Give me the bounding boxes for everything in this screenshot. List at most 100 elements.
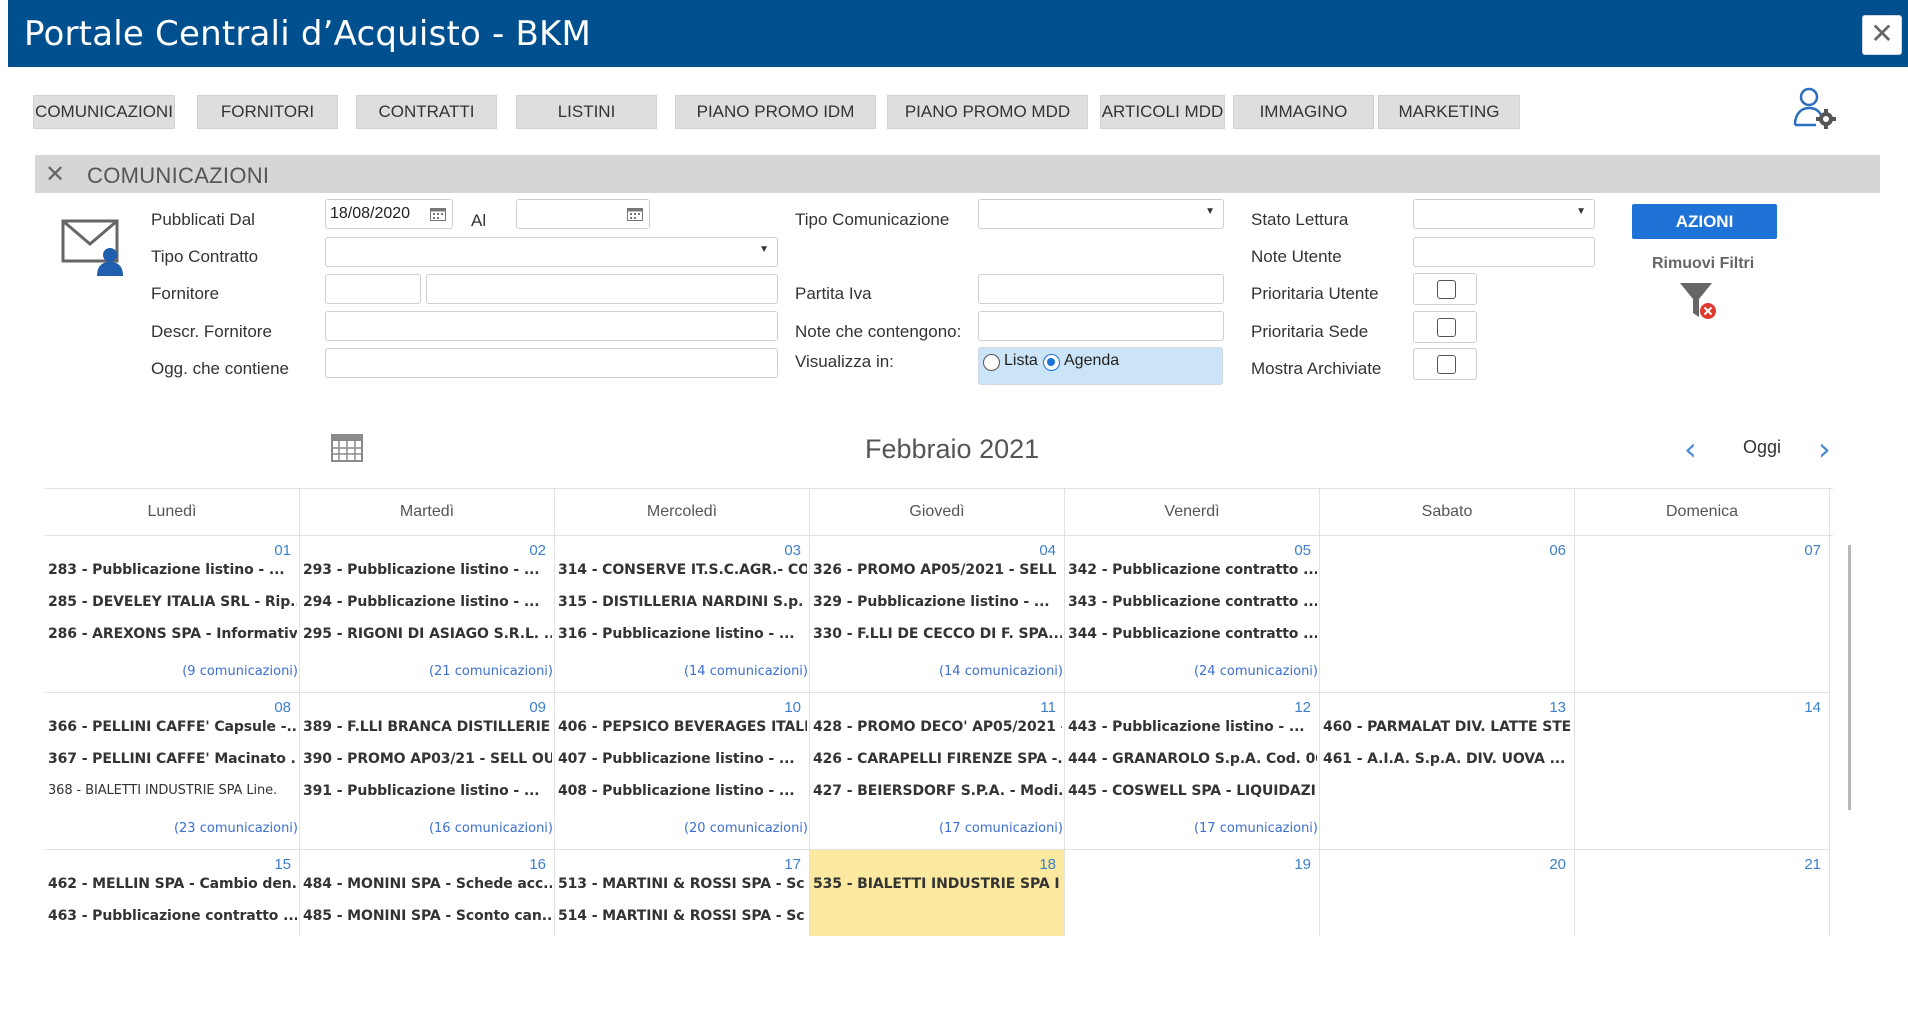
calendar-event[interactable]: 461 - A.I.A. S.p.A. DIV. UOVA ... — [1323, 751, 1572, 767]
nav-comunicazioni[interactable]: COMUNICAZIONI — [33, 95, 175, 129]
tipo-contratto-select[interactable]: ▼ — [325, 237, 778, 267]
calendar-day-cell[interactable]: 08 366 - PELLINI CAFFE' Capsule -... 367 -… — [45, 693, 300, 850]
more-events-link[interactable]: (23 comunicazioni) — [174, 821, 298, 836]
calendar-day-cell[interactable]: 20 — [1320, 850, 1575, 936]
calendar-day-cell[interactable]: 19 — [1065, 850, 1320, 936]
radio-lista[interactable] — [983, 354, 1000, 371]
user-settings-icon[interactable] — [1792, 85, 1838, 131]
day-number[interactable]: 07 — [1804, 542, 1821, 559]
calendar-event[interactable]: 462 - MELLIN SPA - Cambio den... — [48, 876, 297, 892]
calendar-event[interactable]: 368 - BIALETTI INDUSTRIE SPA Line. — [48, 783, 297, 798]
calendar-event[interactable]: 426 - CARAPELLI FIRENZE SPA -. — [813, 751, 1062, 767]
day-number[interactable]: 20 — [1549, 856, 1566, 873]
calendar-day-cell[interactable]: 04 326 - PROMO AP05/2021 - SELL (329 - Pu… — [810, 536, 1065, 693]
day-number[interactable]: 05 — [1294, 542, 1311, 559]
calendar-day-cell[interactable]: 15 462 - MELLIN SPA - Cambio den... 463 - … — [45, 850, 300, 936]
calendar-event[interactable]: 514 - MARTINI & ROSSI SPA - Sc — [558, 908, 807, 924]
nav-articoli-mdd[interactable]: ARTICOLI MDD — [1100, 95, 1225, 129]
day-number[interactable]: 08 — [274, 699, 291, 716]
calendar-day-cell[interactable]: 17 513 - MARTINI & ROSSI SPA - Sc 514 - MA… — [555, 850, 810, 936]
nav-marketing[interactable]: MARKETING — [1378, 95, 1520, 129]
calendar-event[interactable]: 390 - PROMO AP03/21 - SELL OU — [303, 751, 552, 767]
calendar-day-cell[interactable]: 03 314 - CONSERVE IT.S.C.AGR.- CO 315 - DI… — [555, 536, 810, 693]
calendar-day-cell[interactable]: 02 293 - Pubblicazione listino - ... 294 -… — [300, 536, 555, 693]
calendar-event[interactable]: 443 - Pubblicazione listino - ... — [1068, 719, 1317, 735]
next-month-icon[interactable]: › — [1818, 430, 1831, 468]
day-number[interactable]: 10 — [784, 699, 801, 716]
calendar-event[interactable]: 406 - PEPSICO BEVERAGES ITALI — [558, 719, 807, 735]
calendar-event[interactable]: 428 - PROMO DECO' AP05/2021 - — [813, 719, 1062, 735]
day-number[interactable]: 21 — [1804, 856, 1821, 873]
day-number[interactable]: 16 — [529, 856, 546, 873]
day-number[interactable]: 15 — [274, 856, 291, 873]
rimuovi-filtri-label[interactable]: Rimuovi Filtri — [1652, 255, 1754, 273]
day-number[interactable]: 11 — [1040, 699, 1056, 716]
al-field[interactable] — [516, 199, 650, 229]
remove-filter-icon[interactable] — [1678, 281, 1718, 321]
nav-fornitori[interactable]: FORNITORI — [197, 95, 338, 129]
azioni-button[interactable]: AZIONI — [1632, 204, 1777, 239]
calendar-event[interactable]: 294 - Pubblicazione listino - ... — [303, 594, 552, 610]
calendar-event[interactable]: 344 - Pubblicazione contratto ... — [1068, 626, 1317, 642]
day-number[interactable]: 19 — [1294, 856, 1311, 873]
calendar-picker-icon[interactable] — [627, 207, 643, 221]
calendar-event[interactable]: 445 - COSWELL SPA - LIQUIDAZI — [1068, 783, 1317, 799]
close-button[interactable]: ✕ — [1862, 15, 1902, 55]
day-number[interactable]: 14 — [1804, 699, 1821, 716]
calendar-day-cell[interactable]: 10 406 - PEPSICO BEVERAGES ITALI 407 - Pub… — [555, 693, 810, 850]
more-events-link[interactable]: (14 comunicazioni) — [939, 664, 1063, 679]
day-number[interactable]: 18 — [1039, 856, 1056, 873]
calendar-day-cell[interactable]: 07 — [1575, 536, 1830, 693]
calendar-picker-icon[interactable] — [430, 207, 446, 221]
calendar-day-cell[interactable]: 12 443 - Pubblicazione listino - ... 444 -… — [1065, 693, 1320, 850]
day-number[interactable]: 02 — [529, 542, 546, 559]
note-utente-field[interactable] — [1413, 237, 1595, 267]
calendar-event[interactable]: 408 - Pubblicazione listino - ... — [558, 783, 807, 799]
calendar-day-cell[interactable]: 01 283 - Pubblicazione listino - ... 285 -… — [45, 536, 300, 693]
today-button[interactable]: Oggi — [1743, 437, 1781, 458]
calendar-event[interactable]: 444 - GRANAROLO S.p.A. Cod. 00 — [1068, 751, 1317, 767]
calendar-event[interactable]: 367 - PELLINI CAFFE' Macinato .. — [48, 751, 297, 767]
prioritaria-sede-checkbox[interactable] — [1437, 318, 1456, 337]
calendar-event[interactable]: 314 - CONSERVE IT.S.C.AGR.- CO — [558, 562, 807, 578]
day-number[interactable]: 12 — [1294, 699, 1311, 716]
calendar-day-cell[interactable]: 13 460 - PARMALAT DIV. LATTE STE 461 - A.I… — [1320, 693, 1575, 850]
pubblicati-dal-field[interactable]: 18/08/2020 — [325, 199, 453, 229]
prioritaria-utente-checkbox[interactable] — [1437, 280, 1456, 299]
more-events-link[interactable]: (17 comunicazioni) — [1194, 821, 1318, 836]
ogg-contiene-field[interactable] — [325, 348, 778, 378]
prev-month-icon[interactable]: ‹ — [1684, 430, 1697, 468]
calendar-event[interactable]: 283 - Pubblicazione listino - ... — [48, 562, 297, 578]
fornitore-name-field[interactable] — [426, 274, 778, 304]
calendar-event[interactable]: 427 - BEIERSDORF S.P.A. - Modi.. — [813, 783, 1062, 799]
calendar-day-cell[interactable]: 06 — [1320, 536, 1575, 693]
more-events-link[interactable]: (17 comunicazioni) — [939, 821, 1063, 836]
calendar-event[interactable]: 285 - DEVELEY ITALIA SRL - Rip... — [48, 594, 297, 610]
calendar-event[interactable]: 513 - MARTINI & ROSSI SPA - Sc — [558, 876, 807, 892]
nav-listini[interactable]: LISTINI — [516, 95, 657, 129]
nav-contratti[interactable]: CONTRATTI — [356, 95, 497, 129]
more-events-link[interactable]: (9 comunicazioni) — [182, 664, 298, 679]
calendar-icon[interactable] — [331, 432, 363, 462]
calendar-event[interactable]: 391 - Pubblicazione listino - ... — [303, 783, 552, 799]
note-contengono-field[interactable] — [978, 311, 1224, 341]
day-number[interactable]: 04 — [1039, 542, 1056, 559]
day-number[interactable]: 09 — [529, 699, 546, 716]
calendar-event[interactable]: 463 - Pubblicazione contratto ... — [48, 908, 297, 924]
more-events-link[interactable]: (24 comunicazioni) — [1194, 664, 1318, 679]
more-events-link[interactable]: (21 comunicazioni) — [429, 664, 553, 679]
calendar-event[interactable]: 342 - Pubblicazione contratto ... — [1068, 562, 1317, 578]
calendar-event[interactable]: 316 - Pubblicazione listino - ... — [558, 626, 807, 642]
calendar-event[interactable]: 286 - AREXONS SPA - Informativ... — [48, 626, 297, 642]
calendar-event[interactable]: 295 - RIGONI DI ASIAGO S.R.L. ... — [303, 626, 552, 642]
calendar-event[interactable]: 389 - F.LLI BRANCA DISTILLERIE — [303, 719, 552, 735]
partita-iva-field[interactable] — [978, 274, 1224, 304]
calendar-event[interactable]: 330 - F.LLI DE CECCO DI F. SPA... — [813, 626, 1062, 642]
tipo-comunicazione-select[interactable]: ▼ — [978, 199, 1224, 229]
calendar-day-cell[interactable]: 11 428 - PROMO DECO' AP05/2021 - 426 - CAR… — [810, 693, 1065, 850]
more-events-link[interactable]: (16 comunicazioni) — [429, 821, 553, 836]
calendar-event[interactable]: 293 - Pubblicazione listino - ... — [303, 562, 552, 578]
calendar-event[interactable]: 484 - MONINI SPA - Schede acc... — [303, 876, 552, 892]
nav-piano-promo-mdd[interactable]: PIANO PROMO MDD — [887, 95, 1088, 129]
calendar-day-cell[interactable]: 09 389 - F.LLI BRANCA DISTILLERIE 390 - PR… — [300, 693, 555, 850]
